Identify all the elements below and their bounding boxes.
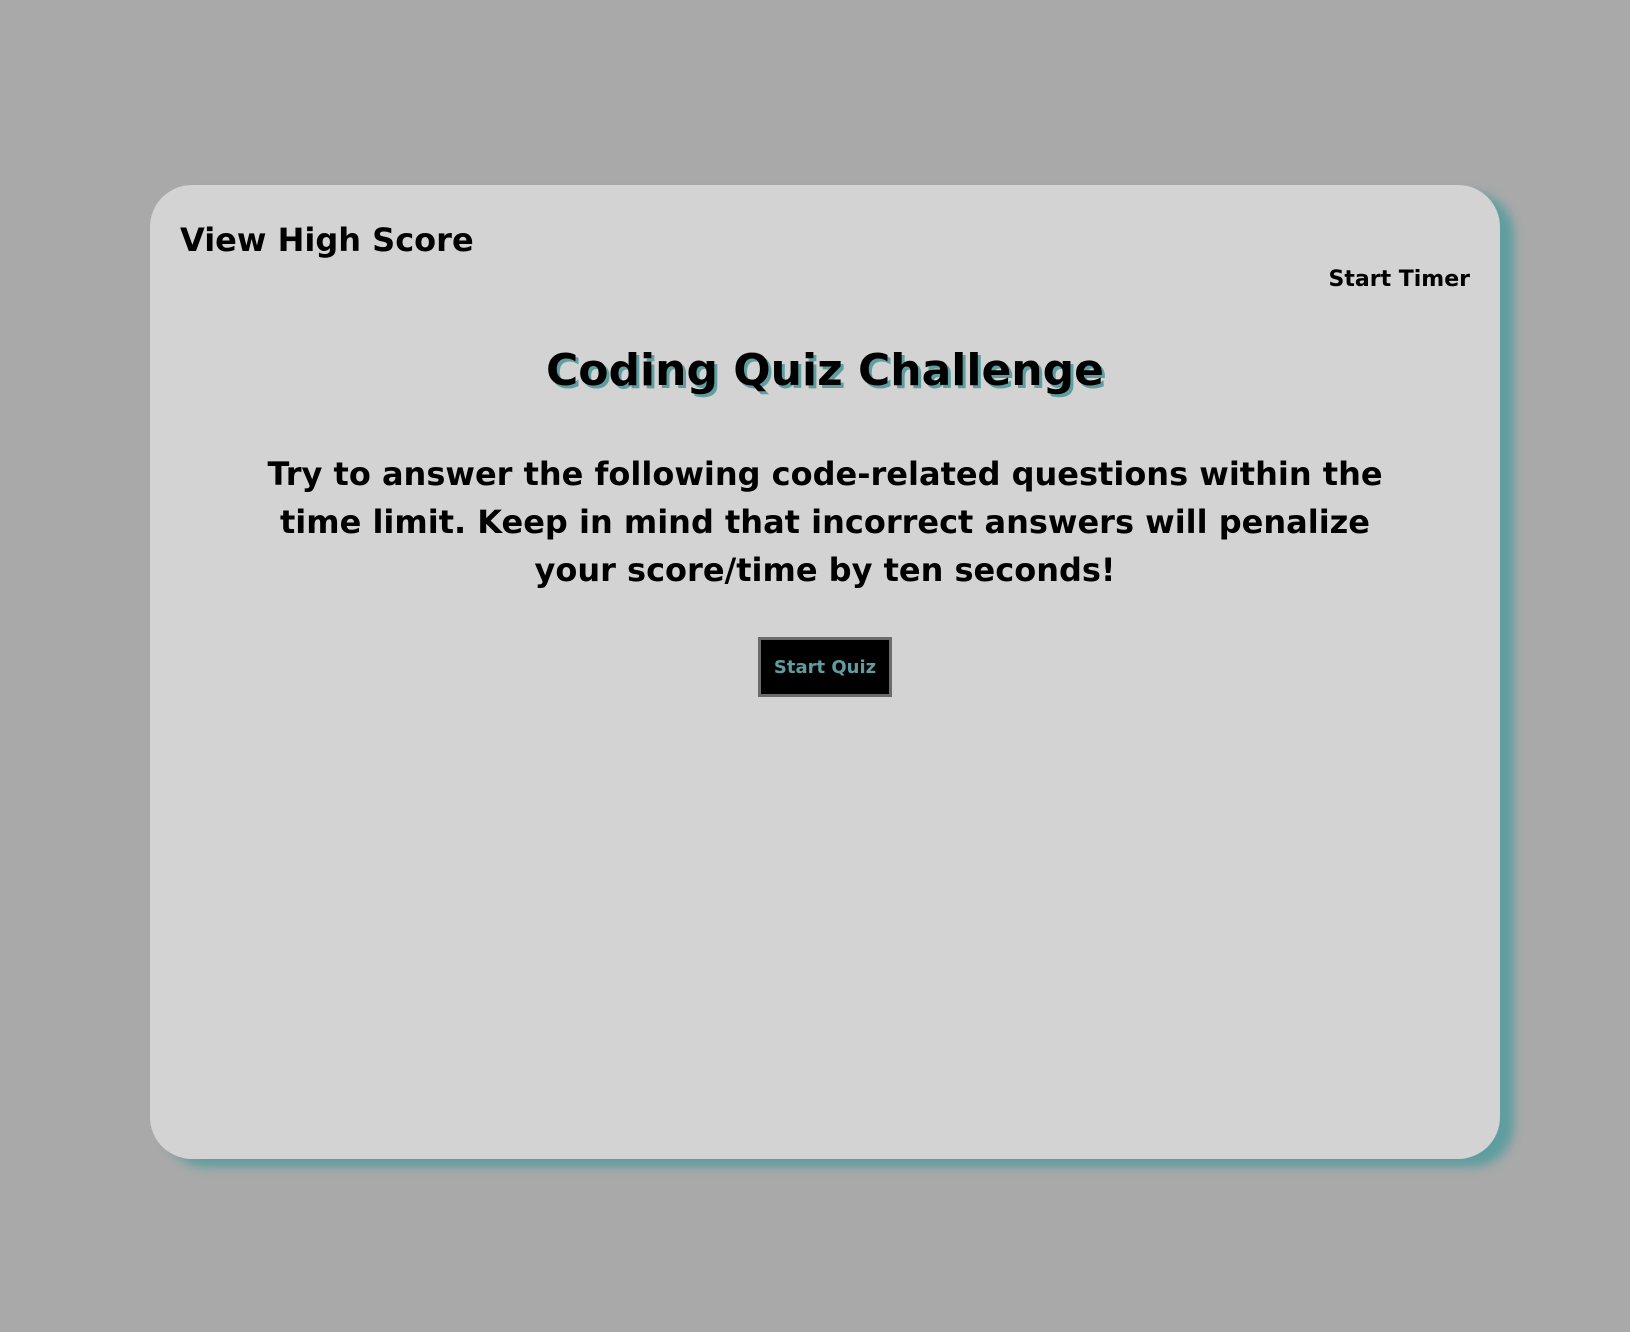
view-high-score-link[interactable]: View High Score [180,221,474,259]
page-title: Coding Quiz Challenge [546,345,1104,396]
quiz-instructions: Try to answer the following code-related… [267,455,1383,589]
start-quiz-button[interactable]: Start Quiz [758,637,892,697]
timer-display: Start Timer [1328,267,1470,292]
quiz-card: View High Score Start Timer Coding Quiz … [150,185,1500,1159]
